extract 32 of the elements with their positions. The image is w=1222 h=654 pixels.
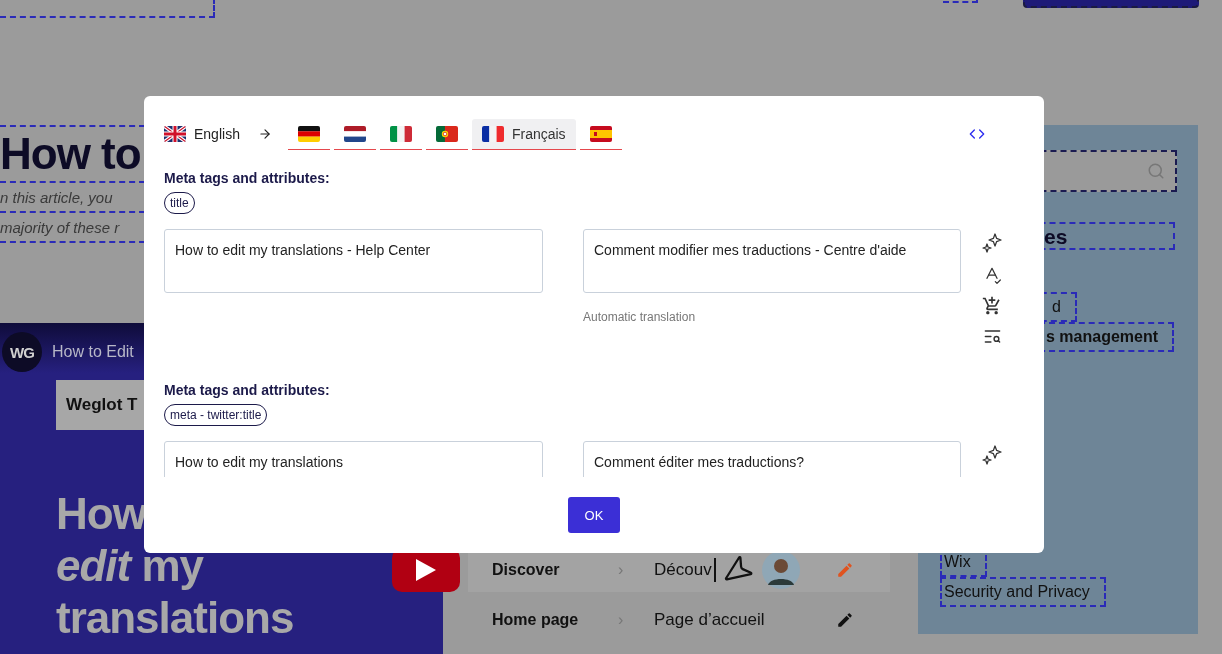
flag-icon	[297, 125, 320, 142]
translation-text-field[interactable]: Comment modifier mes traductions - Centre d'aide	[583, 229, 961, 293]
source-text-field[interactable]: How to edit my translations	[164, 441, 543, 477]
sidebar-link[interactable]: Security and Privacy	[940, 577, 1106, 607]
source-text-field[interactable]: How to edit my translations - Help Center	[164, 229, 543, 293]
search-icon	[1147, 162, 1165, 180]
section-heading: Meta tags and attributes:	[164, 170, 331, 186]
channel-logo: WG	[2, 332, 42, 372]
video-title: How to Edit	[52, 343, 134, 361]
flag-icon	[389, 125, 412, 142]
flag-icon	[435, 125, 458, 142]
flag-icon	[481, 125, 504, 142]
translation-note: Automatic translation	[583, 310, 697, 324]
flag-icon	[343, 125, 366, 142]
sparkle-icon[interactable]	[981, 232, 1003, 254]
text-cursor	[713, 558, 716, 582]
cart-plus-icon[interactable]	[982, 296, 1002, 316]
ok-button[interactable]: OK	[568, 497, 620, 533]
list-search-icon[interactable]	[982, 327, 1002, 346]
sparkle-icon[interactable]	[981, 444, 1003, 466]
video-banner: Weglot T	[56, 380, 144, 430]
flag-icon	[164, 126, 186, 142]
pencil-icon[interactable]	[836, 611, 854, 629]
section-heading: Meta tags and attributes:	[164, 382, 331, 398]
play-icon	[416, 559, 436, 581]
flag-icon	[589, 125, 612, 142]
code-icon[interactable]	[969, 126, 985, 142]
source-language: English	[194, 126, 240, 142]
arrow-icon	[257, 127, 272, 141]
avatar	[761, 551, 800, 589]
language-tab[interactable]: Français	[471, 118, 576, 150]
video-headline: How edit my translations	[56, 488, 294, 644]
